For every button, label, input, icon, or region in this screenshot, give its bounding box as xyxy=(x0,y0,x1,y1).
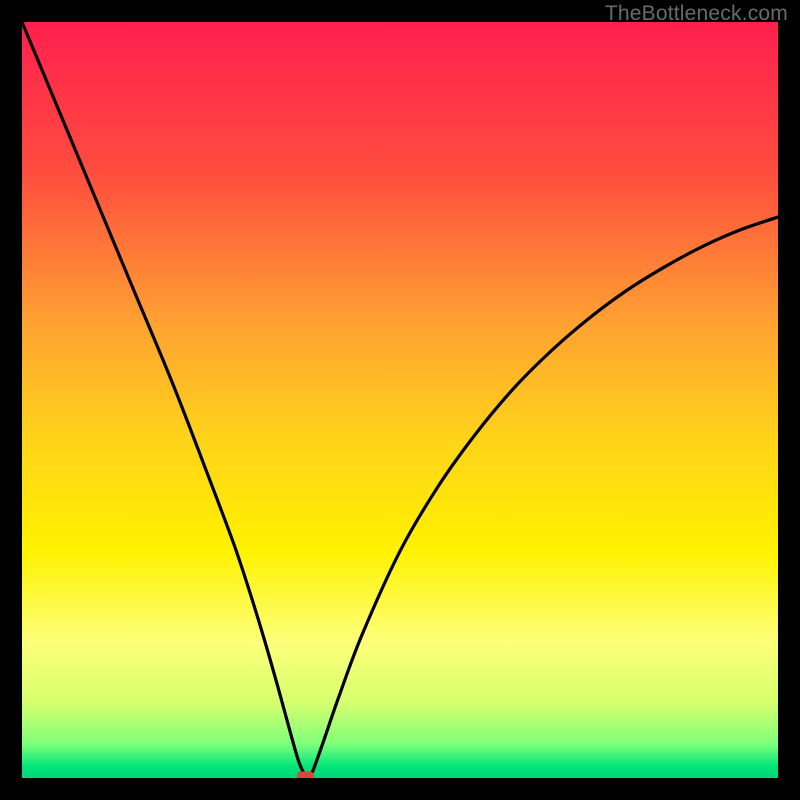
optimal-point-marker xyxy=(297,771,314,778)
bottleneck-chart xyxy=(22,22,778,778)
gradient-background xyxy=(22,22,778,778)
chart-frame xyxy=(22,22,778,778)
